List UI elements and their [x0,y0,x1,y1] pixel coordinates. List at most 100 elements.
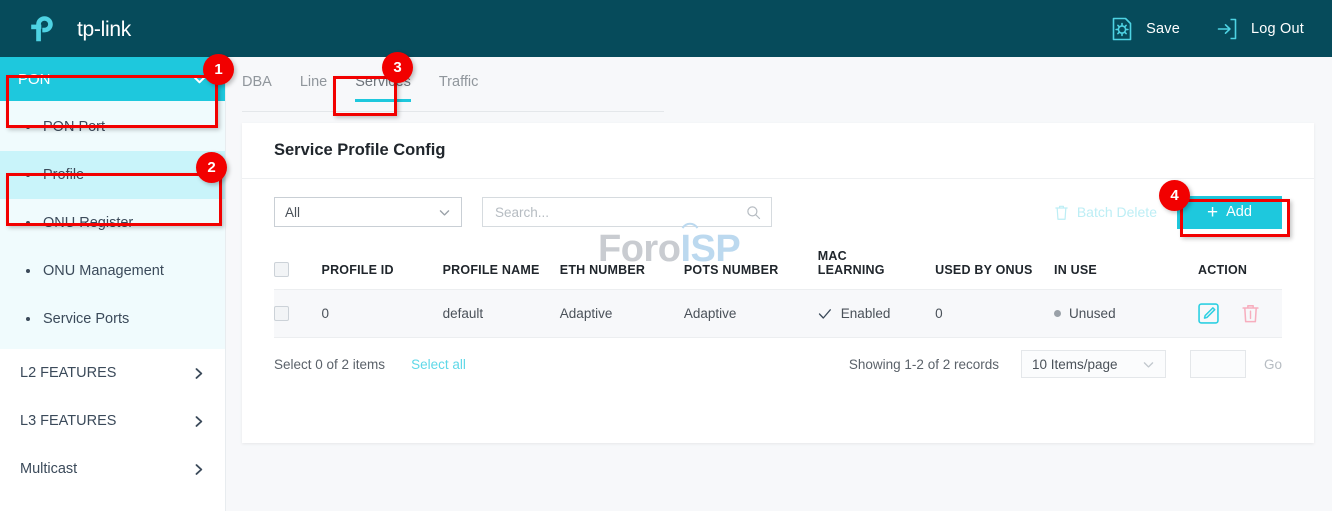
bullet-icon [26,221,30,225]
top-header-bar: tp-link [0,0,1332,57]
sidebar-menu-pon-label: PON [18,71,51,88]
edit-icon[interactable] [1198,303,1219,324]
cell-in-use: Unused [1054,290,1198,338]
sidebar-item-label: Profile [43,167,84,183]
trash-icon [1054,204,1069,221]
col-action: ACTION [1198,245,1282,290]
save-gear-icon [1109,16,1135,42]
callout-badge-1: 1 [203,54,234,85]
logout-button[interactable]: Log Out [1214,16,1304,42]
col-profile-name: PROFILE NAME [443,245,560,290]
batch-delete-label: Batch Delete [1077,204,1157,220]
delete-icon[interactable] [1241,303,1260,324]
items-per-page-select[interactable]: 10 Items/page [1021,350,1166,378]
app-root: tp-link [0,0,1332,511]
col-profile-id: PROFILE ID [322,245,443,290]
sidebar-group-label: L3 FEATURES [20,413,116,429]
showing-records-label: Showing 1-2 of 2 records [849,357,999,372]
plus-icon: + [1207,203,1218,222]
sidebar-item-service-ports[interactable]: Service Ports [0,295,225,343]
chevron-down-icon [438,206,451,219]
tab-dba[interactable]: DBA [242,74,272,101]
sidebar-item-onu-management[interactable]: ONU Management [0,247,225,295]
select-count-label: Select 0 of 2 items [274,357,385,372]
check-icon [818,308,832,320]
select-all-checkbox[interactable] [274,262,289,277]
search-icon[interactable] [746,205,761,220]
cell-profile-name: default [443,290,560,338]
pagination-controls: Showing 1-2 of 2 records 10 Items/page G… [849,350,1282,378]
page-number-input[interactable] [1190,350,1246,378]
table-header-row: PROFILE ID PROFILE NAME ETH NUMBER POTS … [274,245,1282,290]
sidebar-item-label: ONU Register [43,215,133,231]
sidebar-submenu: PON Port Profile ONU Register ONU Manage… [0,101,225,349]
callout-badge-3: 3 [382,52,413,83]
cell-mac-learning-value: Enabled [841,306,891,321]
col-used-by-onus: USED BY ONUS [935,245,1054,290]
sidebar-group-multicast[interactable]: Multicast [0,445,225,493]
col-eth-number: ETH NUMBER [560,245,684,290]
logout-label: Log Out [1251,21,1304,37]
select-all-link[interactable]: Select all [411,357,466,372]
sidebar-group-l3-features[interactable]: L3 FEATURES [0,397,225,445]
bullet-icon [26,269,30,273]
cell-pots-number: Adaptive [684,290,818,338]
tp-link-logo[interactable]: tp-link [30,14,154,44]
filter-select[interactable]: All [274,197,462,227]
sidebar-item-label: Service Ports [43,311,129,327]
header-actions: Save Log Out [1075,16,1304,42]
table-footer: Select 0 of 2 items Select all Showing 1… [242,338,1314,390]
bullet-icon [26,173,30,177]
row-checkbox[interactable] [274,306,289,321]
add-button[interactable]: + Add [1177,196,1282,229]
service-profile-card: Service Profile Config All [242,123,1314,443]
search-box[interactable] [482,197,772,227]
tp-link-logo-icon: tp-link [30,14,154,44]
table-toolbar: All Batch Delete [242,179,1314,245]
table-head: PROFILE ID PROFILE NAME ETH NUMBER POTS … [274,245,1282,290]
sidebar: PON PON Port Profile ONU Register ONU Ma… [0,57,226,511]
tab-line[interactable]: Line [300,74,327,101]
sidebar-item-pon-port[interactable]: PON Port [0,103,225,151]
add-button-label: Add [1226,204,1252,220]
callout-badge-2: 2 [196,152,227,183]
row-select-cell [274,290,322,338]
save-button[interactable]: Save [1109,16,1180,42]
sidebar-item-label: PON Port [43,119,105,135]
chevron-down-icon [1142,358,1155,371]
cell-eth-number: Adaptive [560,290,684,338]
callout-badge-4: 4 [1159,180,1190,211]
cell-action [1198,290,1282,338]
sidebar-group-l2-features[interactable]: L2 FEATURES [0,349,225,397]
bullet-icon [26,125,30,129]
sidebar-item-label: ONU Management [43,263,164,279]
save-label: Save [1146,21,1180,37]
items-per-page-value: 10 Items/page [1032,357,1118,372]
filter-select-value: All [285,205,300,220]
sidebar-item-onu-register[interactable]: ONU Register [0,199,225,247]
chevron-right-icon [192,415,205,428]
col-mac-learning-label: MAC LEARNING [818,249,884,277]
sidebar-menu-pon[interactable]: PON [0,57,225,101]
sidebar-group-label: L2 FEATURES [20,365,116,381]
logout-arrow-icon [1214,16,1240,42]
cell-profile-id: 0 [322,290,443,338]
profile-table: PROFILE ID PROFILE NAME ETH NUMBER POTS … [274,245,1282,338]
cell-used-by-onus: 0 [935,290,1054,338]
tab-traffic[interactable]: Traffic [439,74,478,101]
content-tabs: DBA Line Services Traffic [242,74,664,112]
bullet-icon [26,317,30,321]
search-input[interactable] [493,204,746,221]
select-all-header [274,245,322,290]
cell-mac-learning: Enabled [818,290,935,338]
col-mac-learning: MAC LEARNING [818,245,935,290]
sidebar-item-profile[interactable]: Profile [0,151,225,199]
page-title: Service Profile Config [242,123,1314,179]
table-row[interactable]: 0 default Adaptive Adaptive Enabled 0 [274,290,1282,338]
sidebar-group-label: Multicast [20,461,77,477]
svg-text:tp-link: tp-link [77,18,132,41]
batch-delete-button[interactable]: Batch Delete [1054,204,1157,221]
col-pots-number: POTS NUMBER [684,245,818,290]
go-button[interactable]: Go [1264,357,1282,372]
chevron-right-icon [192,463,205,476]
